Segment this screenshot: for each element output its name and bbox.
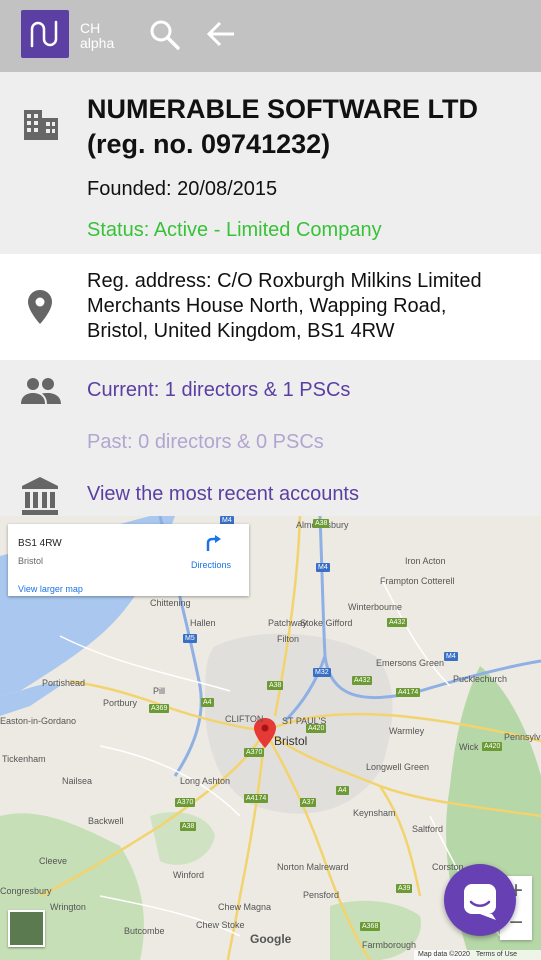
place-label: Wick	[459, 742, 479, 752]
place-label: Norton Malreward	[277, 862, 349, 872]
place-label: Stoke Gifford	[300, 618, 353, 628]
place-label: Pensford	[303, 890, 340, 900]
terms-link[interactable]: Terms of Use	[476, 951, 517, 958]
road-label: A370	[175, 798, 196, 807]
place-label: CLIFTON	[225, 714, 264, 724]
place-label: Portbury	[103, 698, 138, 708]
accounts-section: View the most recent accounts	[0, 464, 541, 516]
bank-icon	[21, 476, 59, 516]
recent-accounts-link[interactable]: View the most recent accounts	[87, 483, 359, 506]
road-label: A4174	[244, 794, 269, 803]
place-label: Chew Magna	[218, 902, 272, 912]
past-officers-link[interactable]: Past: 0 directors & 0 PSCs	[87, 431, 324, 454]
place-label: Winford	[173, 870, 205, 880]
road-label: A432	[352, 676, 373, 685]
app-brand: CH alpha	[80, 21, 114, 51]
map-card-subtitle: Bristol	[18, 556, 44, 566]
road-label: M4	[444, 652, 458, 661]
place-label: Pill	[153, 686, 166, 696]
place-label: Keynsham	[353, 808, 396, 818]
satellite-layer-icon[interactable]	[8, 910, 45, 947]
road-label: A369	[149, 704, 170, 713]
brand-line1: CH	[80, 20, 101, 36]
road-label: A38	[313, 519, 330, 528]
road-label: A432	[387, 618, 408, 627]
address-line2: Merchants House North, Wapping Road,	[87, 295, 447, 317]
app-toolbar: CH alpha	[0, 0, 541, 72]
road-label: A4	[201, 698, 214, 707]
place-label: Bristol	[274, 734, 308, 748]
map-attribution: Map data ©2020 Terms of Use	[414, 950, 541, 960]
address-line1: Reg. address: C/O Roxburgh Milkins Limit…	[87, 270, 482, 292]
road-label: M32	[313, 668, 331, 677]
road-label: M5	[183, 634, 197, 643]
arrow-back-icon[interactable]	[203, 16, 239, 52]
place-label: Nailsea	[62, 776, 93, 786]
map-card-title: BS1 4RW	[18, 538, 62, 549]
place-label: Filton	[277, 634, 300, 644]
place-label: Cleeve	[39, 856, 68, 866]
road-label: A37	[300, 798, 317, 807]
directions-icon[interactable]	[206, 534, 222, 557]
place-label: Butcombe	[124, 926, 165, 936]
registered-address: Reg. address: C/O Roxburgh Milkins Limit…	[87, 269, 532, 344]
company-reg-number: (reg. no. 09741232)	[87, 129, 331, 159]
company-name: NUMERABLE SOFTWARE LTD (reg. no. 0974123…	[87, 92, 527, 162]
place-label: Backwell	[88, 816, 124, 826]
map-info-card: BS1 4RW Bristol View larger map Directio…	[8, 524, 249, 596]
place-label: Congresbury	[0, 886, 52, 896]
place-label: Farmborough	[362, 940, 417, 950]
road-label: A420	[306, 724, 327, 733]
road-label: A370	[244, 748, 265, 757]
view-larger-map-link[interactable]: View larger map	[18, 584, 83, 594]
location-pin-icon	[27, 289, 53, 330]
current-officers-link[interactable]: Current: 1 directors & 1 PSCs	[87, 379, 350, 402]
map-data-label: Map data ©2020	[418, 951, 470, 958]
directions-link[interactable]: Directions	[191, 560, 231, 570]
founded-date: Founded: 20/08/2015	[87, 178, 278, 200]
road-label: A4	[336, 786, 349, 795]
place-label: Saltford	[412, 824, 444, 834]
place-label: Frampton Cotterell	[380, 576, 455, 586]
chat-bubble-icon[interactable]	[444, 864, 516, 936]
place-label: Long Ashton	[180, 776, 231, 786]
place-label: Portishead	[42, 678, 86, 688]
place-label: Tickenham	[2, 754, 46, 764]
building-icon	[22, 108, 60, 147]
place-label: Hallen	[190, 618, 216, 628]
place-label: Pennsylvania	[504, 732, 541, 742]
place-label: Wrington	[50, 902, 86, 912]
company-name-line1: NUMERABLE SOFTWARE LTD	[87, 94, 478, 124]
place-label: Warmley	[389, 726, 425, 736]
search-icon[interactable]	[146, 16, 182, 52]
address-line3: Bristol, United Kingdom, BS1 4RW	[87, 320, 395, 342]
place-label: Longwell Green	[366, 762, 430, 772]
road-label: A38	[180, 822, 197, 831]
place-label: Easton-in-Gordano	[0, 716, 77, 726]
place-label: Winterbourne	[348, 602, 403, 612]
people-icon	[20, 377, 62, 410]
road-label: A420	[482, 742, 503, 751]
road-label: A39	[396, 884, 413, 893]
place-label: Emersons Green	[376, 658, 445, 668]
brand-line2: alpha	[80, 35, 115, 51]
place-label: Pucklechurch	[453, 674, 508, 684]
road-label: A368	[360, 922, 381, 931]
google-logo: Google	[250, 932, 292, 946]
company-status: Status: Active - Limited Company	[87, 219, 382, 241]
place-label: Chittening	[150, 598, 191, 608]
numerable-logo-icon[interactable]	[21, 10, 69, 58]
road-label: A38	[267, 681, 284, 690]
road-label: M4	[316, 563, 330, 572]
place-label: Chew Stoke	[196, 920, 245, 930]
road-label: A4174	[396, 688, 421, 697]
place-label: Iron Acton	[405, 556, 446, 566]
